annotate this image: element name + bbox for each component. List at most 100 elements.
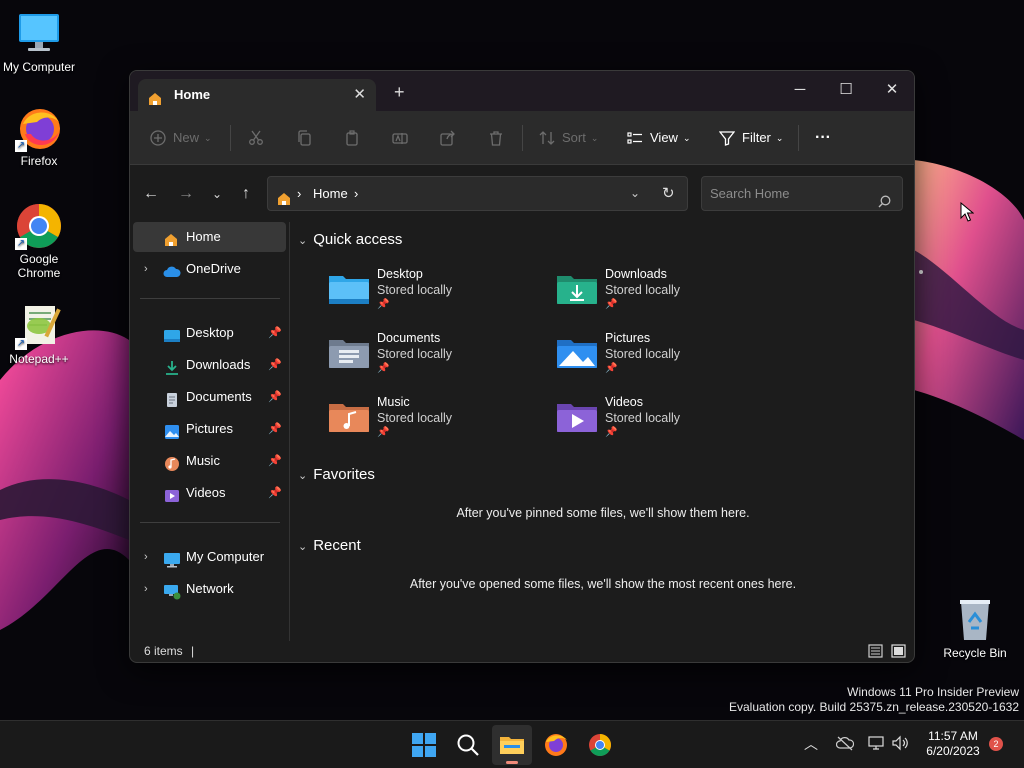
address-dropdown-icon[interactable]: ⌄ [630, 177, 640, 210]
quick-access-item-music[interactable]: Music Stored locally 📌 [327, 394, 527, 452]
sidebar-item-network[interactable]: › Network [133, 574, 286, 604]
desktop-icon-my-computer[interactable]: My Computer [1, 10, 77, 74]
taskbar-chrome[interactable] [580, 725, 620, 765]
sidebar-item-label: My Computer [186, 549, 265, 564]
music-folder-icon [327, 398, 371, 434]
taskbar-firefox[interactable] [536, 725, 576, 765]
pin-icon[interactable]: 📌 [268, 478, 282, 508]
cloud-offline-icon[interactable] [835, 735, 855, 756]
scissors-icon [249, 130, 263, 145]
desktop-icon-recycle-bin[interactable]: Recycle Bin [937, 596, 1013, 660]
sidebar-item-label: Desktop [186, 325, 234, 340]
folder-location-status: Stored locally [377, 411, 453, 425]
paste-button[interactable] [344, 127, 367, 149]
quick-access-item-downloads[interactable]: Downloads Stored locally 📌 [555, 266, 755, 324]
maximize-button[interactable]: ☐ [831, 77, 861, 103]
copy-button[interactable] [296, 127, 319, 149]
pin-icon[interactable]: 📌 [268, 350, 282, 380]
sidebar-item-my-computer[interactable]: › My Computer [133, 542, 286, 572]
new-button[interactable]: New ⌄ [150, 127, 212, 149]
sort-button[interactable]: Sort ⌄ [539, 127, 598, 149]
quick-access-item-desktop[interactable]: Desktop Stored locally 📌 [327, 266, 527, 324]
cut-button[interactable] [248, 127, 271, 149]
search-input[interactable]: Search Home [710, 186, 789, 201]
desktop-icon-label: Notepad++ [9, 352, 69, 366]
breadcrumb-home[interactable]: Home [313, 177, 348, 210]
sidebar-item-onedrive[interactable]: › OneDrive [133, 254, 286, 284]
view-button[interactable]: View ⌄ [627, 127, 691, 149]
share-button[interactable] [440, 127, 463, 149]
title-bar[interactable]: Home ✕ + ─ ☐ ✕ [130, 71, 914, 111]
chevron-down-icon: ⌄ [298, 235, 308, 247]
toolbar-divider [522, 125, 523, 151]
quick-access-item-documents[interactable]: Documents Stored locally 📌 [327, 330, 527, 388]
taskbar: ︿ 11:57 AM 6/20/2023 2 [0, 720, 1024, 768]
tab-home[interactable]: Home ✕ [138, 79, 376, 111]
quick-access-item-videos[interactable]: Videos Stored locally 📌 [555, 394, 755, 452]
forward-button[interactable]: → [175, 183, 197, 205]
desktop-icon-google-chrome[interactable]: ↗ Google Chrome [1, 202, 77, 280]
sidebar-item-desktop[interactable]: Desktop 📌 [133, 318, 286, 348]
taskbar-file-explorer[interactable] [492, 725, 532, 765]
documents-folder-icon [327, 334, 371, 370]
search-button[interactable] [448, 725, 488, 765]
search-box[interactable]: Search Home [701, 176, 903, 211]
videos-folder-icon [555, 398, 599, 434]
sidebar-item-downloads[interactable]: Downloads 📌 [133, 350, 286, 380]
filter-button[interactable]: Filter ⌄ [719, 127, 783, 149]
sidebar-item-label: Home [186, 229, 221, 244]
address-bar[interactable]: › Home › ⌄ ↻ [267, 176, 688, 211]
sidebar-item-documents[interactable]: Documents 📌 [133, 382, 286, 412]
sidebar-item-home[interactable]: Home [133, 222, 286, 252]
sidebar-item-label: Downloads [186, 357, 251, 372]
more-options-button[interactable]: ··· [815, 127, 831, 149]
chevron-right-icon[interactable]: › [144, 574, 148, 604]
pin-icon[interactable]: 📌 [268, 414, 282, 444]
breadcrumb-separator[interactable]: › [354, 177, 358, 210]
network-status-icon[interactable] [868, 735, 886, 756]
folder-name: Desktop [377, 267, 423, 281]
pin-icon: 📌 [377, 427, 390, 438]
folder-location-status: Stored locally [605, 283, 681, 297]
show-hidden-icons-button[interactable]: ︿ [804, 734, 818, 754]
section-title: Favorites [313, 466, 375, 483]
rename-button[interactable] [392, 127, 415, 149]
recent-locations-button[interactable]: ⌄ [206, 183, 228, 205]
tiles-view-icon[interactable] [891, 644, 906, 662]
sidebar-item-pictures[interactable]: Pictures 📌 [133, 414, 286, 444]
desktop-icon-label: My Computer [2, 60, 76, 74]
close-window-button[interactable]: ✕ [877, 77, 907, 103]
main-content: ⌄ Quick access Desktop Stored locally 📌 Down… [290, 222, 914, 641]
details-view-icon[interactable] [868, 644, 883, 662]
search-icon [878, 187, 891, 220]
tab-title: Home [174, 87, 211, 102]
section-quick-access[interactable]: ⌄ Quick access [298, 230, 402, 251]
pin-icon[interactable]: 📌 [268, 446, 282, 476]
up-button[interactable]: ↑ [235, 183, 257, 205]
chevron-right-icon[interactable]: › [144, 254, 148, 284]
favorites-empty-message: After you've pinned some files, we'll sh… [456, 506, 750, 520]
refresh-icon[interactable]: ↻ [662, 177, 675, 210]
pin-icon[interactable]: 📌 [268, 382, 282, 412]
chevron-right-icon[interactable]: › [144, 542, 148, 572]
back-button[interactable]: ← [140, 183, 162, 205]
new-tab-button[interactable]: + [394, 83, 405, 101]
close-tab-icon[interactable]: ✕ [353, 79, 366, 111]
section-title: Recent [313, 537, 361, 554]
delete-button[interactable] [488, 127, 511, 149]
folder-icon [500, 737, 524, 764]
volume-icon[interactable] [891, 735, 909, 756]
sidebar-item-videos[interactable]: Videos 📌 [133, 478, 286, 508]
section-recent[interactable]: ⌄ Recent [298, 536, 361, 557]
pin-icon[interactable]: 📌 [268, 318, 282, 348]
sidebar-item-music[interactable]: Music 📌 [133, 446, 286, 476]
start-button[interactable] [404, 725, 444, 765]
home-icon [147, 87, 163, 105]
desktop-icon-firefox[interactable]: ↗ Firefox [1, 104, 77, 168]
clock[interactable]: 11:57 AM 6/20/2023 [913, 729, 993, 759]
quick-access-item-pictures[interactable]: Pictures Stored locally 📌 [555, 330, 755, 388]
minimize-button[interactable]: ─ [785, 77, 815, 103]
desktop-icon-notepad-plus-plus[interactable]: ↗ Notepad++ [1, 302, 77, 366]
section-favorites[interactable]: ⌄ Favorites [298, 465, 375, 486]
notification-badge[interactable]: 2 [989, 737, 1003, 751]
